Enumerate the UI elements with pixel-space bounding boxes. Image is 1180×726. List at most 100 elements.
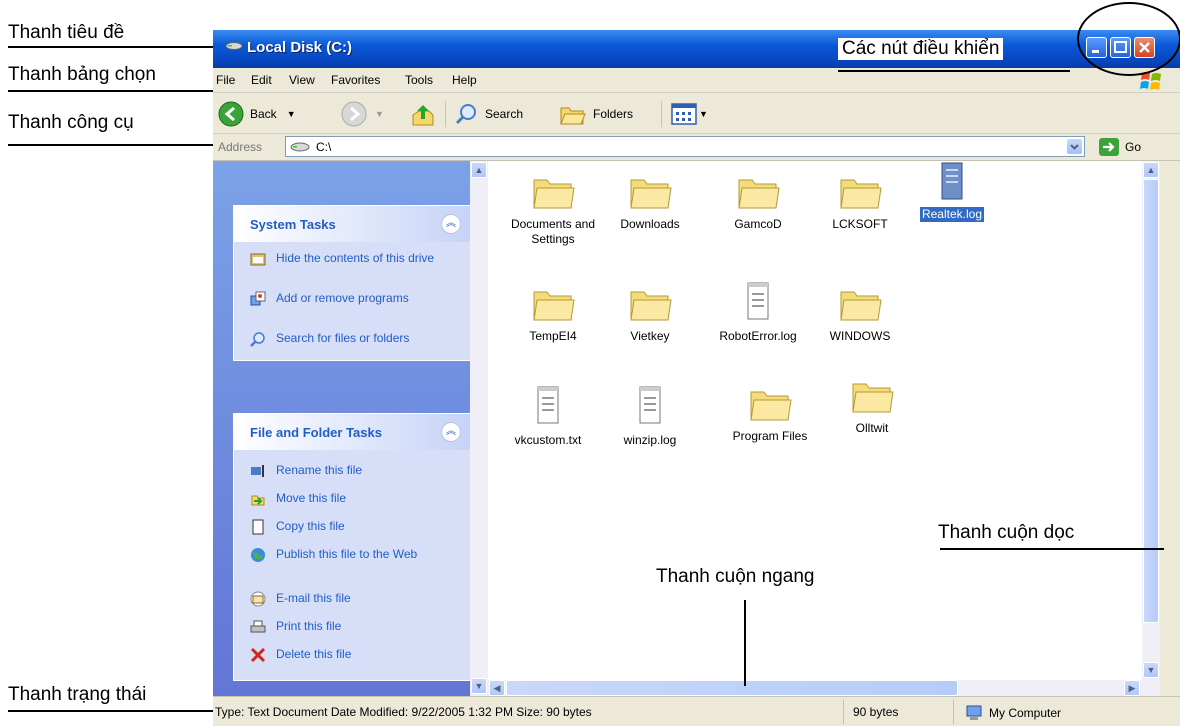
hide-drive-icon [250, 253, 266, 266]
back-dropdown-icon[interactable]: ▼ [287, 109, 296, 119]
folders-icon [560, 107, 586, 125]
file-item[interactable]: Olltwit [822, 377, 922, 436]
file-item[interactable]: LCKSOFT [810, 173, 910, 232]
up-folder-button[interactable] [411, 101, 435, 127]
menu-file[interactable]: File [216, 73, 235, 87]
up-folder-icon [412, 105, 434, 126]
file-name: RobotError.log [719, 329, 797, 343]
folder-icon [840, 291, 882, 321]
annotation-status-bar-line [8, 710, 218, 712]
collapse-icon[interactable]: ︽ [441, 214, 461, 234]
menu-favorites[interactable]: Favorites [331, 73, 380, 87]
task-label: Add or remove programs [276, 291, 409, 305]
file-name: Program Files [732, 429, 808, 443]
folder-icon [630, 179, 672, 209]
add-remove-icon [250, 291, 266, 306]
folder-icon [630, 291, 672, 321]
address-value: C:\ [316, 140, 332, 154]
copy-icon [252, 519, 264, 535]
menu-view[interactable]: View [289, 73, 315, 87]
status-location-label: My Computer [989, 706, 1062, 720]
scroll-down-button[interactable]: ▼ [1143, 662, 1159, 678]
folder-icon [852, 383, 894, 413]
menu-tools[interactable]: Tools [405, 73, 433, 87]
address-input[interactable]: C:\ [285, 136, 1085, 157]
forward-button[interactable]: ▼ [341, 101, 384, 127]
task-label: Delete this file [276, 647, 352, 661]
folder-icon [750, 391, 792, 421]
file-item[interactable]: Program Files [720, 385, 820, 444]
scroll-up-button[interactable]: ▲ [1143, 162, 1159, 178]
forward-dropdown-icon[interactable]: ▼ [375, 109, 384, 119]
horizontal-scrollbar[interactable]: ◀ ▶ [488, 680, 1160, 696]
file-name: WINDOWS [829, 329, 891, 343]
file-item[interactable]: Documents and Settings [503, 173, 603, 247]
vertical-scroll-thumb[interactable] [1143, 179, 1159, 623]
menu-help[interactable]: Help [452, 73, 477, 87]
file-item[interactable]: Downloads [600, 173, 700, 232]
menu-edit[interactable]: Edit [251, 73, 272, 87]
scroll-right-button[interactable]: ▶ [1124, 680, 1140, 696]
status-location: My Computer [965, 705, 1061, 721]
vertical-scrollbar[interactable]: ▲ ▼ [1142, 161, 1160, 680]
file-item[interactable]: RobotError.log [708, 279, 808, 344]
file-folder-tasks-panel: File and Folder Tasks ︽ Rename this file… [233, 413, 472, 681]
go-label: Go [1125, 140, 1142, 154]
title-bar[interactable]: Local Disk (C:) [213, 30, 1180, 68]
chevron-down-icon [1070, 144, 1079, 150]
window-title: Local Disk (C:) [247, 39, 353, 56]
folder-icon [533, 291, 575, 321]
go-arrow-icon [1099, 138, 1119, 156]
back-button[interactable]: Back ▼ [218, 101, 296, 127]
file-folder-tasks-header[interactable]: File and Folder Tasks ︽ [234, 414, 471, 450]
rename-icon [251, 465, 264, 477]
task-label: Hide the contents of this drive [276, 251, 435, 265]
annotation-vertical-scrollbar: Thanh cuộn dọc [934, 522, 1079, 544]
annotation-control-buttons: Các nút điều khiển [838, 38, 1004, 60]
search-button[interactable]: Search [455, 101, 523, 127]
status-info: Type: Text Document Date Modified: 9/22/… [215, 705, 592, 719]
forward-arrow-icon [341, 101, 367, 127]
go-button[interactable]: Go [1099, 137, 1169, 157]
file-item-selected[interactable]: Realtek.log [902, 161, 1002, 222]
annotation-horizontal-scrollbar-line [744, 600, 746, 686]
folder-icon [738, 179, 780, 209]
file-item[interactable]: Vietkey [600, 285, 700, 344]
file-name: Documents and Settings [510, 217, 596, 246]
folders-button[interactable]: Folders [559, 101, 633, 127]
collapse-icon[interactable]: ︽ [441, 422, 461, 442]
back-label: Back [250, 107, 277, 121]
task-pane-scrollbar[interactable]: ▲ ▼ [470, 161, 488, 696]
text-file-icon [537, 386, 559, 424]
status-divider [843, 700, 844, 724]
toolbar-separator [661, 101, 662, 127]
scroll-up-button[interactable]: ▲ [471, 162, 487, 178]
task-label: Print this file [276, 619, 342, 633]
folders-label: Folders [593, 107, 634, 121]
publish-icon [251, 548, 265, 562]
file-name: Olltwit [855, 421, 889, 435]
file-item[interactable]: winzip.log [600, 383, 700, 448]
move-icon [251, 495, 265, 506]
task-label: Move this file [276, 491, 347, 505]
file-item[interactable]: vkcustom.txt [498, 383, 598, 448]
search-icon [250, 332, 265, 347]
scroll-left-button[interactable]: ◀ [489, 680, 505, 696]
file-item[interactable]: TempEI4 [503, 285, 603, 344]
log-file-icon [941, 162, 963, 200]
status-size: 90 bytes [853, 705, 899, 719]
file-item[interactable]: WINDOWS [810, 285, 910, 344]
annotation-menu-bar: Thanh bảng chọn [8, 64, 156, 85]
annotation-vertical-scrollbar-line [940, 548, 1164, 550]
views-button[interactable]: ▼ [671, 101, 708, 127]
system-tasks-header[interactable]: System Tasks ︽ [234, 206, 471, 242]
address-dropdown-button[interactable] [1067, 139, 1082, 154]
annotation-toolbar: Thanh công cụ [8, 112, 134, 133]
file-item[interactable]: GamcoD [708, 173, 808, 232]
back-arrow-icon [218, 101, 244, 127]
annotation-toolbar-line [8, 144, 226, 146]
views-dropdown-icon: ▼ [699, 109, 708, 119]
horizontal-scroll-thumb[interactable] [506, 680, 958, 696]
scroll-down-button[interactable]: ▼ [471, 678, 487, 694]
file-name: LCKSOFT [832, 217, 888, 231]
